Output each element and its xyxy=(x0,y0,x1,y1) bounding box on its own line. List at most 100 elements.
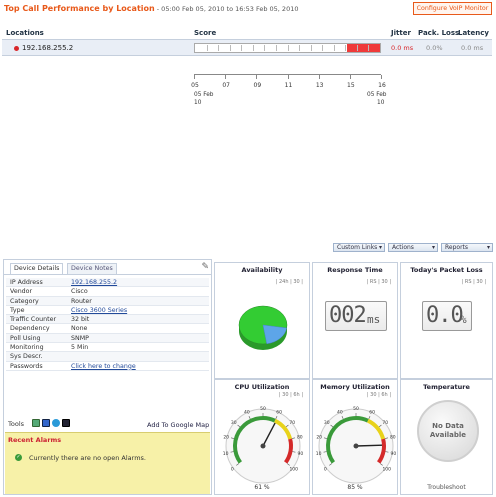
timeline-tick-label: 09 xyxy=(253,82,262,89)
configure-voip-button[interactable]: Configure VoIP Monitor xyxy=(413,2,492,15)
gauge-tick-label: 20 xyxy=(223,435,229,441)
cpu-utilization-widget: CPU Utilization | 30 | 6h | 0 10 20 30 40 50 6… xyxy=(214,379,310,495)
latency-value: 0.0 ms xyxy=(461,44,484,52)
gauge-tick-label: 10 xyxy=(316,451,322,457)
score-tick xyxy=(333,45,335,51)
col-latency[interactable]: Latency xyxy=(458,29,489,37)
gauge-needle xyxy=(355,444,383,447)
response-time-options[interactable]: | RS | 30 | xyxy=(367,279,391,285)
detail-value[interactable]: Click here to change xyxy=(71,363,136,370)
no-alarms-message: Currently there are no open Alarms. xyxy=(29,454,146,462)
response-time-title: Response Time xyxy=(327,266,383,274)
custom-links-label: Custom Links xyxy=(337,244,378,251)
gauge-tick-label: 10 xyxy=(223,451,229,457)
detail-row: IP Address 192.168.255.2 xyxy=(6,278,209,288)
detail-row: Monitoring 5 Min xyxy=(6,343,209,353)
edit-pencil-icon[interactable]: ✎ xyxy=(201,262,209,272)
timeline-tick xyxy=(256,75,258,79)
detail-key: IP Address xyxy=(10,279,43,286)
tab-device-details[interactable]: Device Details xyxy=(10,263,64,274)
detail-row: Type Cisco 3600 Series xyxy=(6,306,209,316)
availability-pie-chart xyxy=(238,305,288,350)
gauge-tick-label: 80 xyxy=(390,435,396,441)
score-tick xyxy=(241,45,243,51)
gauge-tick-label: 80 xyxy=(297,435,303,441)
detail-row: Traffic Counter 32 bit xyxy=(6,315,209,325)
reports-menu[interactable]: Reports ▾ xyxy=(441,243,493,252)
gauge-tick-label: 50 xyxy=(260,406,266,412)
detail-value: 32 bit xyxy=(71,316,90,324)
timeline-tick-label: 15 xyxy=(347,82,355,89)
response-time-widget: Response Time | RS | 30 | 002 ms xyxy=(312,262,398,379)
timeline-tick-label: 11 xyxy=(284,82,293,89)
detail-key: Monitoring xyxy=(10,344,44,352)
timeline-tick xyxy=(225,75,227,79)
col-locations[interactable]: Locations xyxy=(6,29,44,37)
score-bar-fill xyxy=(346,44,380,52)
cpu-gauge: 0 10 20 30 40 50 60 70 80 90 100 xyxy=(223,406,303,484)
tab-device-notes[interactable]: Device Notes xyxy=(67,263,117,274)
detail-value: Cisco xyxy=(71,288,88,296)
troubleshoot-link[interactable]: Troubleshoot xyxy=(401,484,492,491)
timeline-start-date: 05 Feb xyxy=(194,92,214,98)
timeline-tick-label: 05 xyxy=(191,82,199,89)
score-tick xyxy=(356,45,358,51)
detail-row: Dependency None xyxy=(6,324,209,334)
detail-value: None xyxy=(71,325,88,333)
gauge-tick-label: 90 xyxy=(297,451,303,457)
chevron-down-icon: ▾ xyxy=(431,244,435,251)
gauge-hub xyxy=(353,443,359,449)
details-list: IP Address 192.168.255.2 Vendor Cisco Catego… xyxy=(6,278,209,371)
add-to-google-map-link[interactable]: Add To Google Map xyxy=(147,421,209,429)
recent-alarms-panel: Recent Alarms ✓ Currently there are no o… xyxy=(5,432,210,494)
gauge-tick-label: 90 xyxy=(390,451,396,457)
detail-row: Poll Using SNMP xyxy=(6,333,209,344)
monitor-icon[interactable] xyxy=(32,419,40,427)
terminal-icon[interactable] xyxy=(42,419,50,427)
timeline-tick xyxy=(287,75,289,79)
gauge-tick-label: 60 xyxy=(276,410,282,416)
timeline-tick xyxy=(194,75,195,79)
time-range: - 05:00 Feb 05, 2010 to 16:53 Feb 05, 20… xyxy=(154,5,299,13)
page-title: Top Call Performance by Location - 05:00… xyxy=(4,4,298,13)
detail-key: Traffic Counter xyxy=(10,316,57,324)
gauge-tick-label: 40 xyxy=(244,410,250,416)
score-tick xyxy=(229,45,231,51)
check-icon: ✓ xyxy=(15,454,22,461)
detail-value[interactable]: Cisco 3600 Series xyxy=(71,307,127,314)
col-score[interactable]: Score xyxy=(194,29,216,37)
gauge-tick-label: 0 xyxy=(324,466,327,472)
custom-links-menu[interactable]: Custom Links ▾ xyxy=(333,243,385,252)
col-packet-loss[interactable]: Pack. Loss xyxy=(418,29,459,37)
detail-value[interactable]: 192.168.255.2 xyxy=(71,279,117,286)
col-jitter[interactable]: Jitter xyxy=(391,29,411,37)
packet-loss-options[interactable]: | RS | 30 | xyxy=(462,279,486,285)
actions-menu[interactable]: Actions ▾ xyxy=(388,243,438,252)
gauge-tick-label: 0 xyxy=(231,466,234,472)
temperature-widget: Temperature No Data Available Troublesho… xyxy=(400,379,493,495)
location-link[interactable]: 192.168.255.2 xyxy=(22,44,73,52)
score-tick xyxy=(252,45,254,51)
memory-utilization-widget: Memory Utilization | 30 | 6h | 0 10 20 30 40… xyxy=(312,379,398,495)
detail-row: Vendor Cisco xyxy=(6,287,209,297)
detail-key: Poll Using xyxy=(10,334,41,342)
no-data-text: No Data Available xyxy=(429,422,467,439)
detail-key: Type xyxy=(10,306,25,314)
recent-alarms-title: Recent Alarms xyxy=(8,436,62,444)
status-dot-icon xyxy=(14,46,19,51)
console-icon[interactable] xyxy=(62,419,70,427)
packet-loss-display: 0.0 % xyxy=(422,301,472,331)
score-tick xyxy=(299,45,301,51)
timeline-end-year: 10 xyxy=(377,100,385,106)
score-tick xyxy=(218,45,220,51)
timeline-tick xyxy=(349,75,351,79)
score-tick xyxy=(206,45,208,51)
gauge-tick-label: 70 xyxy=(382,420,388,426)
gauge-tick-label: 20 xyxy=(316,435,322,441)
cpu-value: 61 % xyxy=(254,484,270,491)
globe-icon[interactable] xyxy=(52,419,60,427)
detail-key: Sys Descr. xyxy=(10,353,43,361)
detail-key: Dependency xyxy=(10,325,50,333)
detail-row: Category Router xyxy=(6,296,209,306)
score-tick xyxy=(322,45,324,51)
